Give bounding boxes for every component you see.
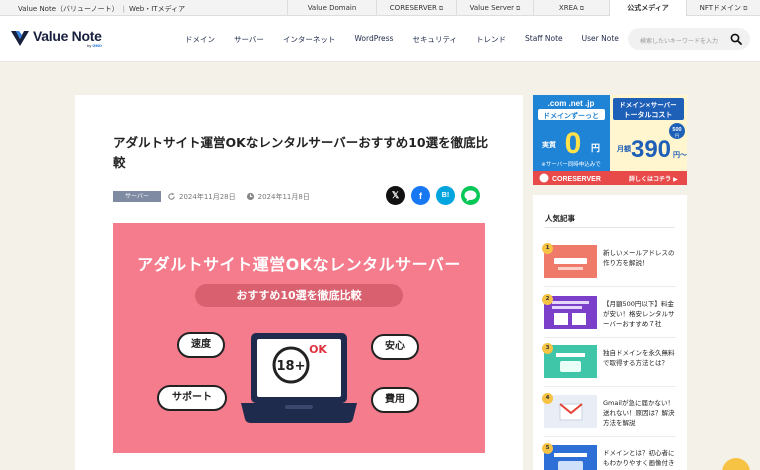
ad-right-big: 390 — [631, 136, 671, 163]
link-official-media[interactable]: 公式メディア — [609, 0, 686, 16]
popular-item-4[interactable]: 4 Gmailが急に届かない！送れない！原因は？解決方法を解説 — [542, 393, 676, 437]
link-value-domain[interactable]: Value Domain — [287, 0, 376, 16]
hero-subheading: おすすめ10選を徹底比較 — [195, 284, 403, 307]
bubble-speed: 速度 — [177, 332, 225, 358]
nav-wordpress[interactable]: WordPress — [354, 34, 393, 45]
ad-right-top2: トータルコスト — [624, 110, 673, 119]
link-coreserver[interactable]: CORESERVER ⧉ — [376, 0, 456, 16]
ad-right-badge2: 円 — [675, 133, 679, 138]
popular-item-title: Gmailが急に届かない！送れない！原因は？解決方法を解説 — [603, 399, 675, 427]
search-input[interactable] — [628, 30, 726, 53]
ad-left-post: 円 — [591, 143, 600, 154]
site-tagline: Web・ITメディア — [128, 5, 186, 13]
rank-badge: 5 — [542, 443, 553, 454]
nav-staff-note[interactable]: Staff Note — [525, 34, 563, 45]
category-badge[interactable]: サーバー — [113, 191, 161, 202]
bubble-safety: 安心 — [371, 334, 419, 360]
article-title: アダルトサイト運営OKなレンタルサーバーおすすめ10選を徹底比較 — [113, 135, 489, 170]
link-nft-domain[interactable]: NFTドメイン ⧉ — [686, 0, 760, 16]
global-nav: ドメイン サーバー インターネット WordPress セキュリティ トレンド … — [185, 34, 638, 45]
bubble-cost: 費用 — [371, 387, 419, 413]
updated-date: 2024年11月28日 — [179, 192, 236, 201]
line-logo-icon — [464, 189, 477, 202]
clock-icon — [246, 192, 254, 201]
rank-badge: 1 — [542, 243, 553, 254]
laptop-illustration: 18+ OK — [241, 333, 357, 423]
popular-item-2[interactable]: 2 【月額500円以下】料金が安い！格安レンタルサーバーおすすめ７社 — [542, 294, 676, 338]
rank-badge: 4 — [542, 393, 553, 404]
scroll-top-button[interactable] — [722, 458, 750, 470]
ad-left-big: 0 — [565, 127, 582, 160]
rank-badge: 3 — [542, 343, 553, 354]
external-link-icon: ⧉ — [516, 5, 521, 12]
nav-user-note[interactable]: User Note — [582, 34, 619, 45]
logo-byline: by GMO — [87, 43, 102, 48]
article-card: アダルトサイト運営OKなレンタルサーバーおすすめ10選を徹底比較 サーバー 20… — [75, 95, 523, 470]
popular-item-5[interactable]: 5 ドメインとは？初心者にもわかりやすく画像付き — [542, 443, 676, 470]
share-buttons: 𝕏 f B! — [386, 186, 486, 205]
updated-icon — [168, 192, 175, 200]
popular-heading: 人気記事 — [545, 214, 575, 223]
age-rating-text: 18+ — [277, 359, 306, 374]
ad-right-pre: 月額 — [616, 144, 631, 153]
search-box — [628, 28, 750, 53]
divider — [545, 227, 675, 228]
ad-left-mid: ドメインずーっと — [543, 111, 599, 120]
ok-text: OK — [309, 343, 327, 356]
article-meta: サーバー 2024年11月28日 2024年11月8日 — [113, 191, 320, 202]
popular-item-title: ドメインとは？初心者にもわかりやすく画像付き — [603, 449, 675, 467]
ad-left-pre: 実質 — [542, 140, 556, 149]
service-links: Value Domain CORESERVER ⧉ Value Server ⧉ X… — [287, 0, 760, 16]
popular-item-1[interactable]: 1 新しいメールアドレスの作り方を解説！ — [542, 243, 676, 287]
nav-domain[interactable]: ドメイン — [185, 34, 215, 45]
hatena-share-icon[interactable]: B! — [436, 186, 455, 205]
ad-left-note: ※サーバー同時申込みで — [541, 160, 601, 168]
bubble-support: サポート — [157, 385, 227, 411]
nav-server[interactable]: サーバー — [234, 34, 264, 45]
published-date: 2024年11月8日 — [257, 192, 310, 201]
link-value-server[interactable]: Value Server ⧉ — [456, 0, 533, 16]
hero-heading: アダルトサイト運営OKなレンタルサーバー — [137, 255, 461, 274]
ad-bottom-cta: 詳しくはコチラ ▶ — [629, 175, 678, 183]
value-note-logo-icon — [11, 31, 29, 46]
site-identity: Value Note（バリューノート） | Web・ITメディア — [18, 5, 186, 13]
popular-item-title: 独自ドメインを永久無料で取得する方法とは？ — [603, 349, 675, 367]
nav-trend[interactable]: トレンド — [476, 34, 506, 45]
external-link-icon: ⧉ — [743, 5, 748, 12]
ad-left-top: .com .net .jp — [548, 99, 595, 108]
popular-articles: 人気記事 1 新しいメールアドレスの作り方を解説！ 2 【月額500円以下】料金… — [533, 195, 687, 470]
facebook-share-icon[interactable]: f — [411, 186, 430, 205]
site-logo[interactable]: Value Note by GMO — [10, 29, 102, 48]
ad-banner-graphic: .com .net .jp ドメインずーっと 実質 0 円 ※サーバー同時申込み… — [533, 95, 687, 185]
x-share-icon[interactable]: 𝕏 — [386, 186, 405, 205]
external-link-icon: ⧉ — [438, 5, 444, 12]
site-header: Value Note by GMO ドメイン サーバー インターネット Word… — [0, 16, 760, 62]
search-icon[interactable] — [730, 33, 742, 45]
external-link-icon: ⧉ — [579, 5, 585, 12]
link-xrea[interactable]: XREA ⧉ — [533, 0, 609, 16]
top-utility-bar: Value Note（バリューノート） | Web・ITメディア Value Dom… — [0, 0, 760, 16]
line-share-icon[interactable] — [461, 186, 480, 205]
ad-right-post: 円〜 — [673, 151, 687, 159]
hero-image: アダルトサイト運営OKなレンタルサーバー おすすめ10選を徹底比較 速度 安心 … — [113, 223, 485, 453]
popular-item-3[interactable]: 3 独自ドメインを永久無料で取得する方法とは？ — [542, 343, 676, 387]
rank-badge: 2 — [542, 294, 553, 305]
popular-item-title: 【月額500円以下】料金が安い！格安レンタルサーバーおすすめ７社 — [603, 300, 675, 328]
ad-right-top1: ドメイン×サーバー — [619, 101, 676, 109]
popular-item-title: 新しいメールアドレスの作り方を解説！ — [603, 249, 675, 267]
coreserver-ad-banner[interactable]: .com .net .jp ドメインずーっと 実質 0 円 ※サーバー同時申込み… — [533, 95, 687, 185]
logo-text: Value Note — [33, 28, 102, 44]
ad-bottom-brand: CORESERVER — [552, 176, 601, 183]
nav-security[interactable]: セキュリティ — [412, 34, 457, 45]
site-name[interactable]: Value Note（バリューノート） — [18, 5, 119, 13]
nav-internet[interactable]: インターネット — [283, 34, 336, 45]
